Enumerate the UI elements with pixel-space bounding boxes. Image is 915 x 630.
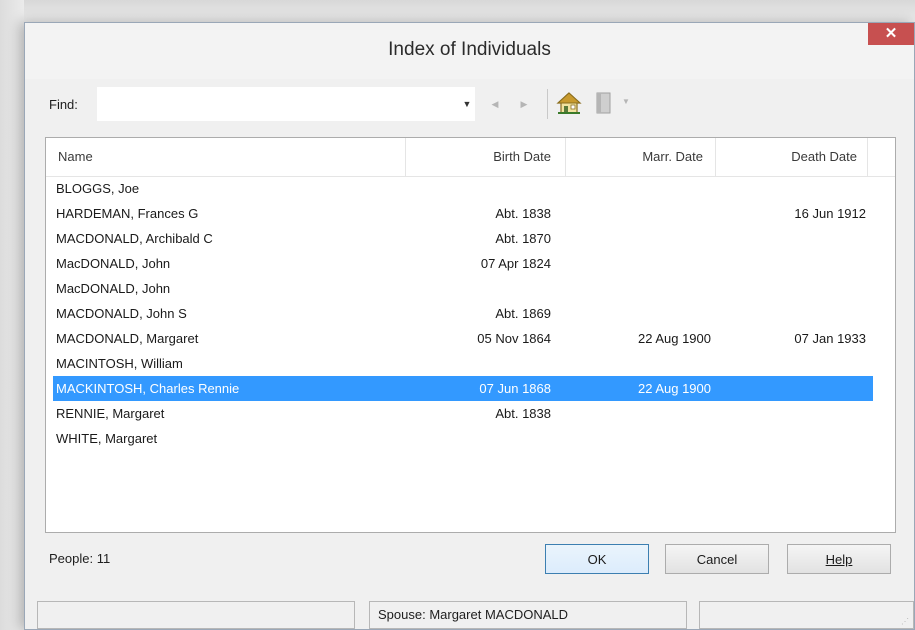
list-row[interactable]: MacDONALD, John bbox=[53, 276, 873, 301]
cell-marr-date bbox=[566, 201, 711, 226]
cell-death-date bbox=[716, 376, 866, 401]
individuals-list[interactable]: Name Birth Date Marr. Date Death Date BL… bbox=[45, 137, 896, 533]
backdrop-left-edge bbox=[0, 0, 24, 630]
home-button[interactable] bbox=[556, 91, 582, 115]
list-row[interactable]: RENNIE, Margaret Abt. 1838 bbox=[53, 401, 873, 426]
cell-death-date bbox=[716, 226, 866, 251]
list-row-selected[interactable]: MACKINTOSH, Charles Rennie 07 Jun 1868 2… bbox=[53, 376, 873, 401]
cell-birth-date: 05 Nov 1864 bbox=[477, 331, 551, 346]
cell-birth-date bbox=[406, 276, 551, 301]
cell-death-date: 07 Jan 1933 bbox=[794, 331, 866, 346]
cell-birth-date: Abt. 1870 bbox=[495, 231, 551, 246]
cell-death-date bbox=[716, 351, 866, 376]
cell-marr-date bbox=[566, 176, 711, 201]
close-icon: ✕ bbox=[884, 25, 898, 42]
title-bar: Index of Individuals ✕ bbox=[25, 23, 914, 79]
status-bar: Spouse: Margaret MACDONALD ⋰ bbox=[25, 597, 914, 629]
cell-marr-date: 22 Aug 1900 bbox=[637, 331, 711, 346]
column-header-birth-date[interactable]: Birth Date bbox=[406, 138, 566, 176]
cell-birth-date bbox=[406, 176, 551, 201]
people-count: People: 11 bbox=[49, 551, 111, 566]
toolbar-separator bbox=[547, 89, 548, 119]
cell-death-date bbox=[716, 301, 866, 326]
help-button-label: Help bbox=[825, 552, 853, 567]
list-row[interactable]: MACDONALD, John S Abt. 1869 bbox=[53, 301, 873, 326]
home-icon bbox=[556, 92, 582, 114]
book-menu-button[interactable]: ▼ bbox=[622, 97, 630, 106]
cancel-button[interactable]: Cancel bbox=[665, 544, 769, 574]
help-button[interactable]: Help bbox=[787, 544, 891, 574]
column-header-marr-date[interactable]: Marr. Date bbox=[566, 138, 716, 176]
cell-birth-date bbox=[406, 426, 551, 451]
cell-name: HARDEMAN, Frances G bbox=[56, 206, 199, 221]
cell-name: MACDONALD, John S bbox=[56, 306, 187, 321]
cell-marr-date bbox=[566, 276, 711, 301]
list-row[interactable]: MacDONALD, John 07 Apr 1824 bbox=[53, 251, 873, 276]
cell-marr-date bbox=[566, 301, 711, 326]
cell-death-date bbox=[716, 276, 866, 301]
cell-birth-date: Abt. 1838 bbox=[495, 206, 551, 221]
arrow-right-icon: ▶ bbox=[520, 99, 528, 109]
cell-marr-date bbox=[566, 351, 711, 376]
cell-name: RENNIE, Margaret bbox=[56, 406, 165, 421]
window-title: Index of Individuals bbox=[388, 39, 551, 60]
find-dropdown-button[interactable]: ▼ bbox=[459, 87, 475, 121]
cell-birth-date: 07 Jun 1868 bbox=[479, 381, 551, 396]
cell-name: MacDONALD, John bbox=[56, 281, 171, 296]
caret-down-icon: ▼ bbox=[622, 97, 630, 106]
forward-button[interactable]: ▶ bbox=[517, 95, 531, 113]
cell-name: MACKINTOSH, Charles Rennie bbox=[56, 381, 240, 396]
close-button[interactable]: ✕ bbox=[868, 23, 914, 45]
index-of-individuals-dialog: Index of Individuals ✕ Find: ▼ ◀ ▶ ▼ Nam… bbox=[24, 22, 915, 630]
cell-marr-date bbox=[566, 426, 711, 451]
list-row[interactable]: MACDONALD, Margaret 05 Nov 1864 22 Aug 1… bbox=[53, 326, 873, 351]
book-button[interactable] bbox=[594, 91, 614, 115]
list-row[interactable]: WHITE, Margaret bbox=[53, 426, 873, 451]
book-icon bbox=[596, 92, 611, 114]
cell-marr-date bbox=[566, 251, 711, 276]
dialog-client-area: Find: ▼ ◀ ▶ ▼ Name Birth Date Marr. Date… bbox=[25, 79, 914, 629]
cell-birth-date: 07 Apr 1824 bbox=[480, 256, 551, 271]
back-button[interactable]: ◀ bbox=[488, 95, 502, 113]
find-input[interactable] bbox=[97, 87, 459, 121]
ok-button[interactable]: OK bbox=[545, 544, 649, 574]
arrow-left-icon: ◀ bbox=[491, 99, 499, 109]
list-row[interactable]: BLOGGS, Joe bbox=[53, 176, 873, 201]
status-pane-left bbox=[37, 601, 355, 629]
column-header-name[interactable]: Name bbox=[46, 138, 406, 176]
cell-death-date bbox=[716, 176, 866, 201]
cell-name: WHITE, Margaret bbox=[56, 431, 158, 446]
resize-grip-icon[interactable]: ⋰ bbox=[901, 617, 911, 627]
list-row[interactable]: MACINTOSH, William bbox=[53, 351, 873, 376]
cell-marr-date: 22 Aug 1900 bbox=[637, 381, 711, 396]
cell-name: BLOGGS, Joe bbox=[56, 181, 140, 196]
cell-birth-date: Abt. 1838 bbox=[495, 406, 551, 421]
cell-birth-date: Abt. 1869 bbox=[495, 306, 551, 321]
list-rows: BLOGGS, Joe HARDEMAN, Frances G Abt. 183… bbox=[46, 176, 895, 451]
cell-birth-date bbox=[406, 351, 551, 376]
cell-name: MACDONALD, Archibald C bbox=[56, 231, 213, 246]
list-header: Name Birth Date Marr. Date Death Date bbox=[46, 138, 895, 177]
find-label: Find: bbox=[49, 97, 78, 112]
backdrop-top-edge bbox=[0, 0, 915, 22]
cell-name: MACDONALD, Margaret bbox=[56, 331, 199, 346]
column-header-death-date[interactable]: Death Date bbox=[716, 138, 868, 176]
cell-death-date bbox=[716, 401, 866, 426]
caret-down-icon: ▼ bbox=[462, 99, 472, 109]
cell-name: MacDONALD, John bbox=[56, 256, 171, 271]
cell-death-date bbox=[716, 426, 866, 451]
cell-death-date: 16 Jun 1912 bbox=[794, 206, 866, 221]
status-pane-right bbox=[699, 601, 914, 629]
status-pane-spouse: Spouse: Margaret MACDONALD bbox=[369, 601, 687, 629]
cell-death-date bbox=[716, 251, 866, 276]
cell-marr-date bbox=[566, 401, 711, 426]
cell-name: MACINTOSH, William bbox=[56, 356, 183, 371]
cell-marr-date bbox=[566, 226, 711, 251]
list-row[interactable]: HARDEMAN, Frances G Abt. 1838 16 Jun 191… bbox=[53, 201, 873, 226]
list-row[interactable]: MACDONALD, Archibald C Abt. 1870 bbox=[53, 226, 873, 251]
